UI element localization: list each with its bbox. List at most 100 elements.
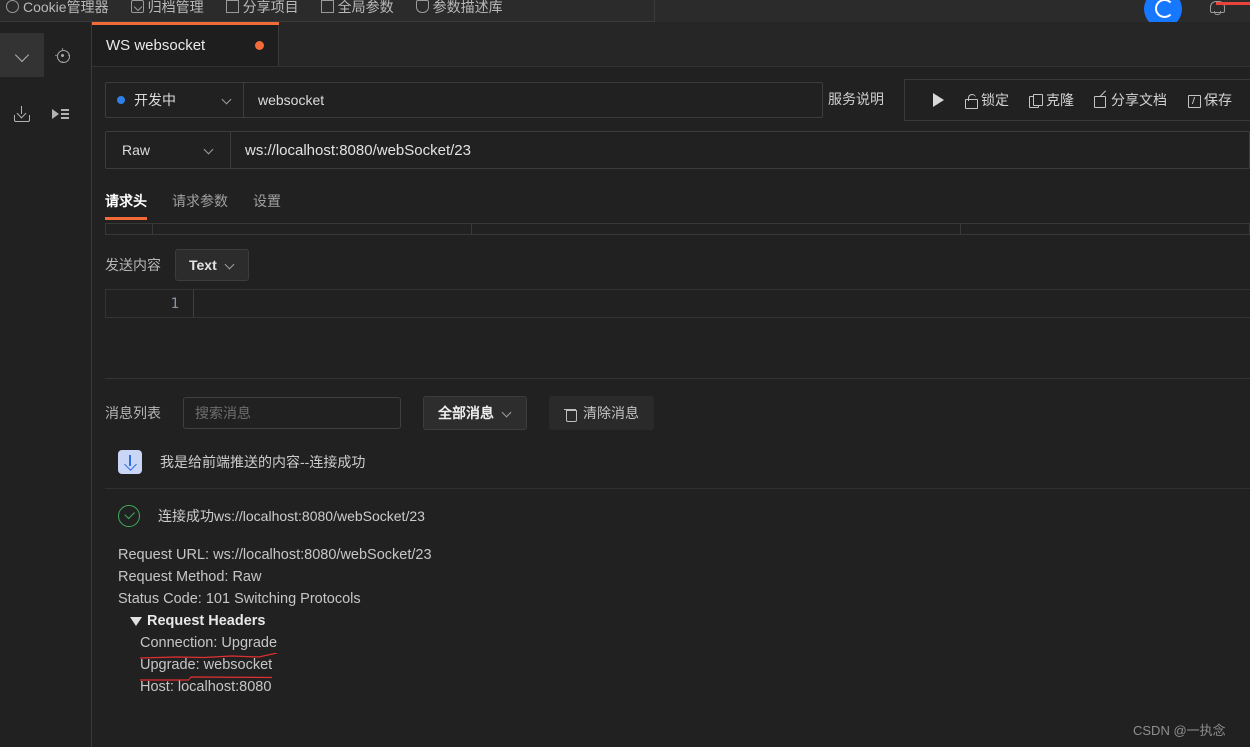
message-list-label: 消息列表 bbox=[105, 405, 161, 421]
request-name-value: websocket bbox=[258, 92, 325, 108]
rail-collapse-button[interactable] bbox=[0, 33, 44, 77]
rail-locate-button[interactable] bbox=[40, 33, 84, 77]
editor-empty-area bbox=[105, 318, 1250, 378]
trash-icon bbox=[564, 407, 577, 422]
download-icon bbox=[13, 105, 31, 123]
tab-request-params[interactable]: 请求参数 bbox=[172, 191, 228, 220]
cookie-icon bbox=[6, 0, 19, 13]
clear-messages-button[interactable]: 清除消息 bbox=[549, 396, 654, 430]
lock-button[interactable]: 锁定 bbox=[954, 90, 1019, 110]
url-row: Raw ws://localhost:8080/webSocket/23 bbox=[105, 131, 1250, 169]
menu-item-label: 归档管理 bbox=[147, 0, 204, 15]
save-button[interactable]: 保存 bbox=[1177, 90, 1242, 110]
menu-item-share-project[interactable]: 分享项目 bbox=[225, 0, 299, 17]
tab-request-headers[interactable]: 请求头 bbox=[105, 191, 147, 220]
left-rail bbox=[0, 22, 92, 747]
chevron-down-icon bbox=[223, 96, 232, 105]
menu-item-cookie-manager[interactable]: Cookie管理器 bbox=[6, 0, 109, 17]
detail-header-connection: Connection: Upgrade bbox=[118, 632, 1118, 659]
target-icon bbox=[54, 47, 70, 63]
menu-item-label: 全局参数 bbox=[337, 0, 394, 15]
send-format-value: Text bbox=[189, 257, 217, 273]
message-list-toolbar: 消息列表 搜索消息 全部消息 清除消息 bbox=[105, 396, 654, 430]
menu-item-archive[interactable]: 归档管理 bbox=[130, 0, 204, 17]
message-search-placeholder: 搜索消息 bbox=[195, 405, 251, 421]
message-search-input[interactable]: 搜索消息 bbox=[183, 397, 401, 429]
save-icon bbox=[1187, 94, 1201, 108]
clone-label: 克隆 bbox=[1046, 92, 1074, 108]
protocol-label: Raw bbox=[122, 142, 151, 158]
detail-header-upgrade: Upgrade: websocket bbox=[118, 654, 1118, 681]
message-text: 连接成功ws://localhost:8080/webSocket/23 bbox=[158, 507, 425, 524]
send-content-label: 发送内容 bbox=[105, 257, 161, 273]
menu-item-label: 参数描述库 bbox=[432, 0, 503, 15]
headers-table-grid bbox=[105, 223, 1250, 235]
top-menu-bar: Cookie管理器 归档管理 分享项目 全局参数 参数描述库 bbox=[0, 0, 655, 22]
share-doc-label: 分享文档 bbox=[1111, 92, 1167, 108]
headers-table-col bbox=[152, 223, 472, 235]
chevron-down-icon bbox=[205, 146, 214, 155]
environment-selector[interactable]: 开发中 bbox=[106, 83, 244, 117]
detail-header-connection-text: Connection: Upgrade bbox=[140, 635, 278, 651]
detail-header-upgrade-text: Upgrade: websocket bbox=[140, 657, 273, 673]
check-circle-icon bbox=[118, 504, 140, 527]
menu-item-label: 分享项目 bbox=[242, 0, 299, 15]
detail-request-headers-label: Request Headers bbox=[147, 613, 266, 629]
menu-item-param-desc-library[interactable]: 参数描述库 bbox=[415, 0, 503, 17]
service-doc-link[interactable]: 服务说明 bbox=[828, 89, 884, 109]
share-icon bbox=[1094, 94, 1107, 108]
editor-text-area[interactable] bbox=[193, 289, 1250, 317]
url-value: ws://localhost:8080/webSocket/23 bbox=[245, 141, 471, 159]
triangle-down-icon bbox=[130, 616, 142, 626]
menu-item-global-params[interactable]: 全局参数 bbox=[320, 0, 394, 17]
lock-label: 锁定 bbox=[981, 92, 1009, 108]
message-text: 我是给前端推送的内容--连接成功 bbox=[160, 454, 366, 470]
annotation-underline bbox=[140, 676, 273, 681]
editor-line-number: 1 bbox=[170, 295, 179, 312]
param-desc-icon bbox=[415, 0, 429, 13]
tab-strip: WS websocket bbox=[92, 22, 1250, 67]
send-format-selector[interactable]: Text bbox=[175, 249, 249, 281]
tab-ws-websocket[interactable]: WS websocket bbox=[92, 22, 279, 67]
user-avatar[interactable] bbox=[1144, 0, 1182, 22]
request-name-row: 开发中 websocket bbox=[105, 82, 823, 118]
editor-gutter: 1 bbox=[105, 289, 193, 317]
message-filter-selector[interactable]: 全部消息 bbox=[423, 396, 527, 430]
request-section-tabs: 请求头 请求参数 设置 bbox=[105, 191, 281, 220]
copy-icon bbox=[1029, 93, 1043, 108]
environment-label: 开发中 bbox=[134, 92, 176, 108]
tab-accent-bar bbox=[92, 22, 279, 25]
chevron-down-icon bbox=[226, 261, 235, 270]
global-params-icon bbox=[320, 0, 334, 13]
menu-item-label: Cookie管理器 bbox=[23, 0, 109, 15]
watermark: CSDN @一执念 bbox=[1133, 723, 1226, 738]
detail-status-code: Status Code: 101 Switching Protocols bbox=[118, 591, 361, 607]
request-name-input[interactable]: websocket bbox=[244, 83, 822, 117]
tab-settings[interactable]: 设置 bbox=[253, 191, 281, 220]
protocol-selector[interactable]: Raw bbox=[106, 132, 231, 168]
lock-icon bbox=[964, 93, 978, 109]
message-row[interactable]: 连接成功ws://localhost:8080/webSocket/23 bbox=[105, 489, 1250, 542]
tab-title: WS websocket bbox=[106, 37, 206, 54]
send-content-editor[interactable]: 1 bbox=[105, 289, 1250, 317]
url-input[interactable]: ws://localhost:8080/webSocket/23 bbox=[231, 132, 1249, 168]
detail-request-method: Request Method: Raw bbox=[118, 569, 262, 585]
send-button[interactable] bbox=[923, 93, 954, 107]
archive-icon bbox=[130, 0, 144, 13]
send-content-row: 发送内容 Text bbox=[105, 249, 249, 281]
clone-button[interactable]: 克隆 bbox=[1019, 90, 1084, 110]
chevron-down-icon bbox=[16, 49, 29, 62]
detail-request-url: Request URL: ws://localhost:8080/webSock… bbox=[118, 547, 432, 563]
main-panel: 开发中 websocket 服务说明 锁定 克隆 分享文档 保存 Raw ws:… bbox=[92, 67, 1250, 747]
detail-request-headers-toggle[interactable]: Request Headers bbox=[118, 610, 1118, 632]
message-row[interactable]: 我是给前端推送的内容--连接成功 bbox=[105, 436, 1250, 489]
rail-run-list-button[interactable] bbox=[38, 92, 82, 136]
tab-unsaved-dot bbox=[255, 41, 264, 50]
message-filter-value: 全部消息 bbox=[438, 405, 494, 421]
play-icon bbox=[933, 93, 944, 107]
app-root: Cookie管理器 归档管理 分享项目 全局参数 参数描述库 WS websoc… bbox=[0, 0, 1250, 747]
annotation-line-top bbox=[1216, 2, 1250, 5]
share-doc-button[interactable]: 分享文档 bbox=[1084, 90, 1177, 110]
save-label: 保存 bbox=[1204, 92, 1232, 108]
arrow-down-icon bbox=[118, 450, 142, 474]
